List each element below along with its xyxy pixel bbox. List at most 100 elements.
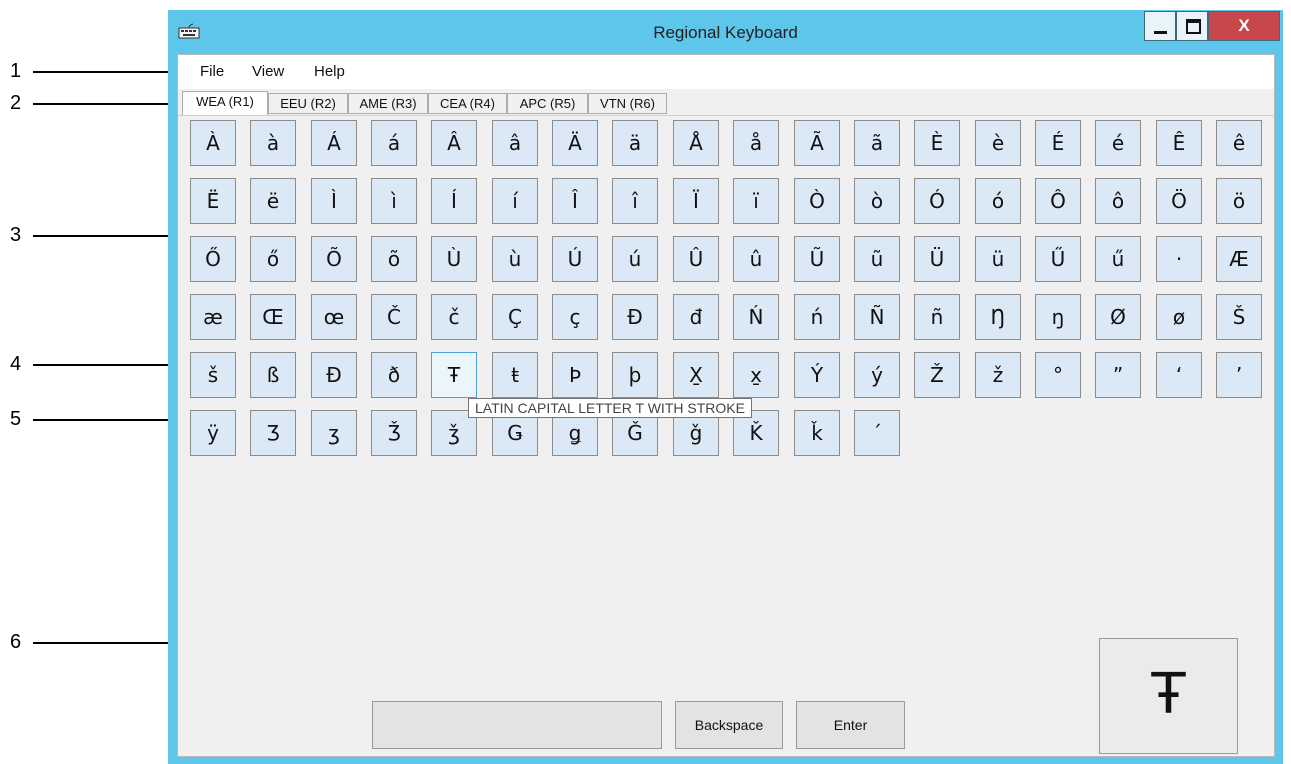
character-key[interactable]: ô bbox=[1095, 178, 1141, 224]
character-key[interactable]: Œ bbox=[250, 294, 296, 340]
character-key[interactable]: Ì bbox=[311, 178, 357, 224]
character-key[interactable]: Ï bbox=[673, 178, 719, 224]
character-key[interactable]: Ý bbox=[794, 352, 840, 398]
menu-file[interactable]: File bbox=[200, 63, 224, 80]
character-key[interactable]: ž bbox=[975, 352, 1021, 398]
character-key[interactable]: Ù bbox=[431, 236, 477, 282]
character-key[interactable]: ǩ bbox=[794, 410, 840, 456]
character-key[interactable]: É bbox=[1035, 120, 1081, 166]
character-key[interactable]: ê bbox=[1216, 120, 1262, 166]
character-key[interactable]: Á bbox=[311, 120, 357, 166]
tab-ame[interactable]: AME (R3) bbox=[348, 93, 428, 114]
character-key[interactable]: Ŋ bbox=[975, 294, 1021, 340]
character-key[interactable]: Ʒ bbox=[250, 410, 296, 456]
character-key[interactable]: Ü bbox=[914, 236, 960, 282]
character-key[interactable]: Û bbox=[673, 236, 719, 282]
minimize-button[interactable] bbox=[1144, 11, 1176, 41]
character-key[interactable]: Ç bbox=[492, 294, 538, 340]
character-key[interactable]: Ú bbox=[552, 236, 598, 282]
character-key[interactable]: ü bbox=[975, 236, 1021, 282]
character-key[interactable]: Ő bbox=[190, 236, 236, 282]
character-key[interactable]: ° bbox=[1035, 352, 1081, 398]
character-key[interactable]: æ bbox=[190, 294, 236, 340]
character-key[interactable]: Þ bbox=[552, 352, 598, 398]
character-key[interactable]: ý bbox=[854, 352, 900, 398]
character-key[interactable]: Ń bbox=[733, 294, 779, 340]
character-key[interactable]: Đ bbox=[612, 294, 658, 340]
character-key[interactable]: ð bbox=[371, 352, 417, 398]
character-key[interactable]: î bbox=[612, 178, 658, 224]
tab-apc[interactable]: APC (R5) bbox=[507, 93, 588, 114]
character-key[interactable]: ű bbox=[1095, 236, 1141, 282]
character-key[interactable]: X̱ bbox=[673, 352, 719, 398]
character-key[interactable]: ì bbox=[371, 178, 417, 224]
character-key[interactable]: û bbox=[733, 236, 779, 282]
character-key[interactable]: Ñ bbox=[854, 294, 900, 340]
character-key[interactable]: Č bbox=[371, 294, 417, 340]
character-key[interactable]: đ bbox=[673, 294, 719, 340]
character-key[interactable]: à bbox=[250, 120, 296, 166]
character-key[interactable]: Î bbox=[552, 178, 598, 224]
character-key[interactable]: Ð bbox=[311, 352, 357, 398]
character-key[interactable]: ï bbox=[733, 178, 779, 224]
character-key[interactable]: Ö bbox=[1156, 178, 1202, 224]
enter-button[interactable]: Enter bbox=[796, 701, 905, 749]
character-key[interactable]: Ø bbox=[1095, 294, 1141, 340]
character-key[interactable]: x̱ bbox=[733, 352, 779, 398]
character-key[interactable]: ÿ bbox=[190, 410, 236, 456]
backspace-button[interactable]: Backspace bbox=[675, 701, 783, 749]
character-key[interactable]: ù bbox=[492, 236, 538, 282]
tab-eeu[interactable]: EEU (R2) bbox=[268, 93, 348, 114]
character-key[interactable]: Ô bbox=[1035, 178, 1081, 224]
character-key[interactable]: Ë bbox=[190, 178, 236, 224]
character-key[interactable]: Ž bbox=[914, 352, 960, 398]
character-key[interactable]: þ bbox=[612, 352, 658, 398]
character-key[interactable]: Š bbox=[1216, 294, 1262, 340]
character-key[interactable]: â bbox=[492, 120, 538, 166]
character-key[interactable]: ä bbox=[612, 120, 658, 166]
character-key[interactable]: é bbox=[1095, 120, 1141, 166]
character-key[interactable]: Ŧ bbox=[431, 352, 477, 398]
character-key[interactable]: ë bbox=[250, 178, 296, 224]
character-key[interactable]: č bbox=[431, 294, 477, 340]
character-key[interactable]: Õ bbox=[311, 236, 357, 282]
close-button[interactable]: X bbox=[1208, 11, 1280, 41]
character-key[interactable]: ‘ bbox=[1156, 352, 1202, 398]
character-key[interactable]: ’ bbox=[1216, 352, 1262, 398]
character-key[interactable]: Ê bbox=[1156, 120, 1202, 166]
character-key[interactable]: ò bbox=[854, 178, 900, 224]
character-key[interactable]: í bbox=[492, 178, 538, 224]
character-key[interactable]: Ǯ bbox=[371, 410, 417, 456]
title-bar[interactable]: Regional Keyboard X bbox=[168, 10, 1283, 54]
tab-wea[interactable]: WEA (R1) bbox=[182, 91, 268, 115]
character-key[interactable]: ß bbox=[250, 352, 296, 398]
character-key[interactable]: š bbox=[190, 352, 236, 398]
tab-vtn[interactable]: VTN (R6) bbox=[588, 93, 667, 114]
character-key[interactable]: Ã bbox=[794, 120, 840, 166]
character-key[interactable]: ú bbox=[612, 236, 658, 282]
character-key[interactable]: Å bbox=[673, 120, 719, 166]
character-key[interactable]: ö bbox=[1216, 178, 1262, 224]
character-key[interactable]: ñ bbox=[914, 294, 960, 340]
character-key[interactable]: Ũ bbox=[794, 236, 840, 282]
character-key[interactable]: ʒ bbox=[311, 410, 357, 456]
character-key[interactable]: À bbox=[190, 120, 236, 166]
character-key[interactable]: ø bbox=[1156, 294, 1202, 340]
character-key[interactable]: å bbox=[733, 120, 779, 166]
character-key[interactable]: ő bbox=[250, 236, 296, 282]
character-key[interactable]: ń bbox=[794, 294, 840, 340]
character-key[interactable]: Æ bbox=[1216, 236, 1262, 282]
character-key[interactable]: á bbox=[371, 120, 417, 166]
character-key[interactable]: ũ bbox=[854, 236, 900, 282]
text-input[interactable] bbox=[372, 701, 662, 749]
character-key[interactable]: È bbox=[914, 120, 960, 166]
character-key[interactable]: Ű bbox=[1035, 236, 1081, 282]
menu-view[interactable]: View bbox=[252, 63, 284, 80]
character-key[interactable]: Ä bbox=[552, 120, 598, 166]
character-key[interactable]: ç bbox=[552, 294, 598, 340]
maximize-button[interactable] bbox=[1176, 11, 1208, 41]
character-key[interactable]: ó bbox=[975, 178, 1021, 224]
character-key[interactable]: ã bbox=[854, 120, 900, 166]
character-key[interactable]: õ bbox=[371, 236, 417, 282]
tab-cea[interactable]: CEA (R4) bbox=[428, 93, 507, 114]
